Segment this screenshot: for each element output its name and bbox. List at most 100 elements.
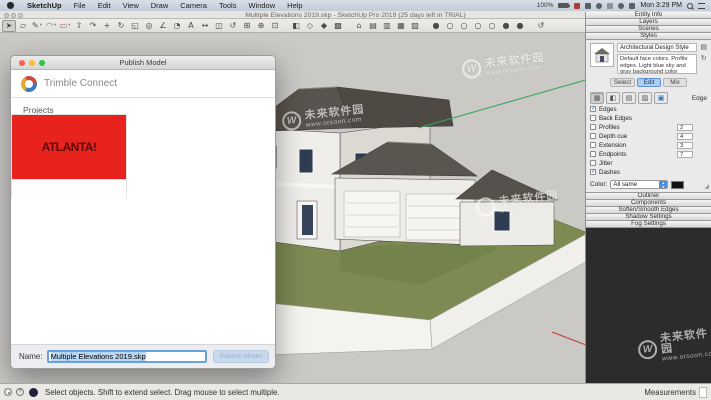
- menu-help[interactable]: Help: [281, 0, 308, 11]
- apple-menu-icon[interactable]: [7, 2, 14, 9]
- profiles-checkbox[interactable]: [590, 124, 596, 130]
- sync-icon[interactable]: [607, 3, 613, 9]
- measurements-field[interactable]: [699, 387, 707, 398]
- project-atlanta[interactable]: ATLANTA! ✎: [11, 114, 127, 198]
- scene-1-icon[interactable]: ●▾: [429, 20, 443, 32]
- scale-tool-icon[interactable]: ◱▾: [128, 20, 142, 32]
- text-tool-icon[interactable]: A▾: [184, 20, 198, 32]
- edge-color-swatch[interactable]: [671, 181, 684, 189]
- zoom-tool-icon[interactable]: ⊕▾: [254, 20, 268, 32]
- follow-me-tool-icon[interactable]: ↷▾: [86, 20, 100, 32]
- edges-checkbox[interactable]: [590, 106, 596, 112]
- menubar-extra-red-icon[interactable]: [574, 3, 580, 9]
- tape-measure-tool-icon[interactable]: ∠▾: [156, 20, 170, 32]
- dropdown-stepper-icon[interactable]: ▲▼: [659, 181, 667, 188]
- dialog-zoom-button[interactable]: [39, 60, 45, 66]
- push-pull-tool-icon[interactable]: ⇧▾: [72, 20, 86, 32]
- depth-cue-checkbox[interactable]: [590, 133, 596, 139]
- style-textured-icon[interactable]: ▩▾: [331, 20, 345, 32]
- edge-option-value[interactable]: 4: [677, 133, 693, 140]
- watermark-settings-icon[interactable]: ▨: [638, 92, 652, 104]
- dialog-titlebar[interactable]: Publish Model: [11, 56, 275, 70]
- panel-resize-grip[interactable]: ◢: [704, 183, 709, 190]
- edge-settings-icon[interactable]: ▦: [590, 92, 604, 104]
- scene-7-icon[interactable]: ●▾: [513, 20, 527, 32]
- line-tool-icon[interactable]: ✎▾: [30, 20, 44, 32]
- tab-select[interactable]: Select: [610, 78, 635, 87]
- dialog-minimize-button[interactable]: [29, 60, 35, 66]
- menu-camera[interactable]: Camera: [174, 0, 213, 11]
- background-settings-icon[interactable]: ▤: [622, 92, 636, 104]
- panel-styles[interactable]: Styles: [586, 33, 711, 40]
- dropdown-caret-icon[interactable]: ▾: [54, 23, 56, 28]
- menubar-extra-icon[interactable]: [585, 3, 591, 9]
- edge-color-dropdown[interactable]: All same▲▼: [610, 180, 668, 189]
- menubar-extra-icon[interactable]: [596, 3, 602, 9]
- dropdown-caret-icon[interactable]: ▾: [40, 23, 42, 28]
- model-claim-icon[interactable]: [29, 388, 38, 397]
- wifi-icon[interactable]: [618, 3, 624, 9]
- menubar-clock[interactable]: Mon 3:29 PM: [640, 2, 682, 9]
- dimension-tool-icon[interactable]: ↔▾: [198, 20, 212, 32]
- menu-file[interactable]: File: [68, 0, 92, 11]
- dashes-checkbox[interactable]: [590, 169, 596, 175]
- move-tool-icon[interactable]: +▾: [100, 20, 114, 32]
- scene-3-icon[interactable]: ○▾: [457, 20, 471, 32]
- spotlight-icon[interactable]: [687, 3, 693, 9]
- style-thumbnail[interactable]: [590, 43, 614, 67]
- pan-tool-icon[interactable]: ⊞▾: [240, 20, 254, 32]
- menu-window[interactable]: Window: [242, 0, 281, 11]
- model-name-input[interactable]: Multiple Elevations 2019.skp: [47, 350, 207, 363]
- style-shaded-icon[interactable]: ◆▾: [317, 20, 331, 32]
- menu-view[interactable]: View: [117, 0, 145, 11]
- dialog-close-button[interactable]: [19, 60, 25, 66]
- tab-edit[interactable]: Edit: [637, 78, 661, 87]
- back-edges-checkbox[interactable]: [590, 115, 596, 121]
- rotate-tool-icon[interactable]: ↻▾: [114, 20, 128, 32]
- zoom-extents-tool-icon[interactable]: ⊡▾: [268, 20, 282, 32]
- publish-model-button[interactable]: Publish Model: [213, 350, 269, 363]
- eraser-tool-icon[interactable]: ▱▾: [16, 20, 30, 32]
- scene-5-icon[interactable]: ○▾: [485, 20, 499, 32]
- front-view-icon[interactable]: ▥▾: [380, 20, 394, 32]
- orbit-view-icon[interactable]: ↺▾: [534, 20, 548, 32]
- volume-icon[interactable]: [629, 3, 635, 9]
- create-style-icon[interactable]: ▤: [700, 43, 707, 51]
- tab-mix[interactable]: Mix: [663, 78, 687, 87]
- menu-draw[interactable]: Draw: [145, 0, 175, 11]
- edge-option-value[interactable]: 2: [677, 124, 693, 131]
- notification-center-icon[interactable]: [698, 3, 705, 9]
- modeling-settings-icon[interactable]: ▣: [654, 92, 668, 104]
- scene-2-icon[interactable]: ○▾: [443, 20, 457, 32]
- right-view-icon[interactable]: ▦▾: [394, 20, 408, 32]
- scene-4-icon[interactable]: ○▾: [471, 20, 485, 32]
- orbit-tool-icon[interactable]: ↺▾: [226, 20, 240, 32]
- menu-tools[interactable]: Tools: [213, 0, 243, 11]
- update-style-icon[interactable]: ↻: [701, 54, 707, 62]
- arc-tool-icon[interactable]: ◠▾: [44, 20, 58, 32]
- rectangle-tool-icon[interactable]: ▭▾: [58, 20, 72, 32]
- protractor-tool-icon[interactable]: ◔▾: [170, 20, 184, 32]
- style-name-field[interactable]: Architectural Design Style: [617, 43, 697, 52]
- dropdown-caret-icon[interactable]: ▾: [68, 23, 70, 28]
- geolocation-icon[interactable]: [4, 388, 12, 396]
- jitter-checkbox[interactable]: [590, 160, 596, 166]
- battery-icon[interactable]: [558, 3, 569, 8]
- top-view-icon[interactable]: ▤▾: [366, 20, 380, 32]
- section-plane-tool-icon[interactable]: ◫▾: [212, 20, 226, 32]
- style-wireframe-icon[interactable]: ◇▾: [303, 20, 317, 32]
- extension-checkbox[interactable]: [590, 142, 596, 148]
- help-icon[interactable]: ?: [16, 388, 24, 396]
- edge-option-value[interactable]: 3: [677, 142, 693, 149]
- style-description[interactable]: Default face colors. Profile edges. Ligh…: [617, 54, 697, 74]
- iso-view-icon[interactable]: ⌂▾: [352, 20, 366, 32]
- panel-fog-settings[interactable]: Fog Settings: [586, 221, 711, 228]
- face-settings-icon[interactable]: ◧: [606, 92, 620, 104]
- back-view-icon[interactable]: ▧▾: [408, 20, 422, 32]
- menu-sketchup[interactable]: SketchUp: [21, 0, 68, 11]
- endpoints-checkbox[interactable]: [590, 151, 596, 157]
- edge-option-value[interactable]: 7: [677, 151, 693, 158]
- select-tool-icon[interactable]: ➤▾: [2, 20, 16, 32]
- paint-bucket-tool-icon[interactable]: ◧▾: [289, 20, 303, 32]
- offset-tool-icon[interactable]: ◎▾: [142, 20, 156, 32]
